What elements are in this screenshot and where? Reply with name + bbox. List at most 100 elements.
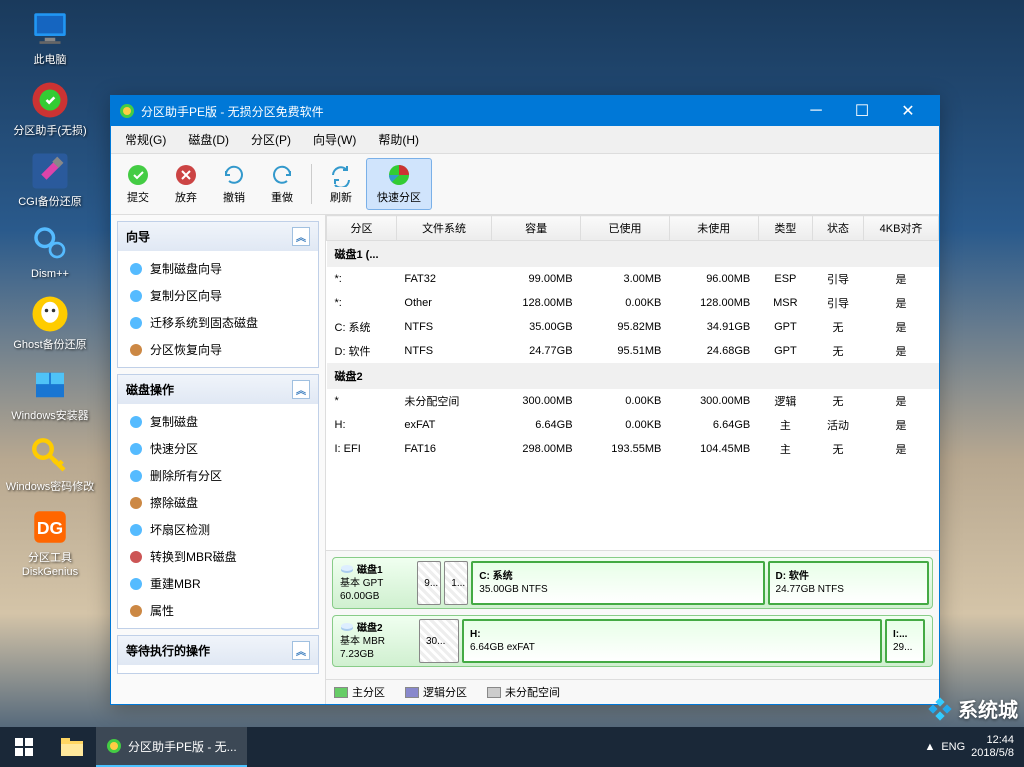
tray-time[interactable]: 12:44 <box>971 734 1014 747</box>
sidebar-item[interactable]: 分区恢复向导 <box>120 336 316 363</box>
close-button[interactable]: ✕ <box>885 96 931 126</box>
chevron-up-icon[interactable]: ︽ <box>292 641 310 660</box>
taskbar-app[interactable]: 分区助手PE版 - 无... <box>96 727 247 767</box>
sidebar-item[interactable]: 转换到MBR磁盘 <box>120 543 316 570</box>
file-explorer-icon[interactable] <box>48 727 96 767</box>
system-tray[interactable]: ▲ ENG 12:44 2018/5/8 <box>914 734 1024 760</box>
column-header[interactable]: 文件系统 <box>396 216 491 241</box>
disk-group-row[interactable]: 磁盘2 <box>327 363 939 389</box>
menu-item[interactable]: 分区(P) <box>241 128 301 151</box>
tool-label: 刷新 <box>330 189 352 205</box>
partition-table-container: 分区文件系统容量已使用未使用类型状态4KB对齐 磁盘1 (...*:FAT329… <box>326 215 939 551</box>
legend-label: 未分配空间 <box>505 684 560 700</box>
desktop-icon-wininstall[interactable]: Windows安装器 <box>4 364 96 423</box>
menu-item[interactable]: 磁盘(D) <box>178 128 239 151</box>
cell-fs: FAT32 <box>396 267 491 291</box>
minimize-button[interactable]: ─ <box>793 96 839 126</box>
sidebar-item[interactable]: 复制磁盘 <box>120 408 316 435</box>
sidebar-item[interactable]: 擦除磁盘 <box>120 489 316 516</box>
panel-body <box>118 665 318 673</box>
partition-block[interactable]: 9... <box>417 561 441 605</box>
desktop-icon-hammer[interactable]: CGI备份还原 <box>4 150 96 209</box>
part-sub: 24.77GB NTFS <box>776 583 921 596</box>
chevron-up-icon[interactable]: ︽ <box>292 380 310 399</box>
cell-free: 128.00MB <box>669 291 758 315</box>
partition-block[interactable]: H:6.64GB exFAT <box>462 619 882 663</box>
cell-cap: 6.64GB <box>492 413 581 437</box>
tray-icon[interactable]: ▲ <box>924 741 935 753</box>
panel-header[interactable]: 向导︽ <box>118 222 318 251</box>
panel-header[interactable]: 磁盘操作︽ <box>118 375 318 404</box>
quickpart-button[interactable]: 快速分区 <box>366 158 432 210</box>
cell-type: GPT <box>758 315 812 339</box>
column-header[interactable]: 类型 <box>758 216 812 241</box>
commit-button[interactable]: 提交 <box>115 158 161 210</box>
sidebar-item[interactable]: 删除所有分区 <box>120 462 316 489</box>
menu-item[interactable]: 向导(W) <box>303 128 366 151</box>
partition-row[interactable]: H:exFAT6.64GB0.00KB6.64GB主活动是 <box>327 413 939 437</box>
partition-block[interactable]: 30... <box>419 619 459 663</box>
language-indicator[interactable]: ENG <box>941 741 965 753</box>
partition-row[interactable]: C: 系统NTFS35.00GB95.82MB34.91GBGPT无是 <box>327 315 939 339</box>
partition-row[interactable]: *:FAT3299.00MB3.00MB96.00MBESP引导是 <box>327 267 939 291</box>
start-button[interactable] <box>0 727 48 767</box>
desktop-icon-computer[interactable]: 此电脑 <box>4 8 96 67</box>
chevron-up-icon[interactable]: ︽ <box>292 227 310 246</box>
discard-button[interactable]: 放弃 <box>163 158 209 210</box>
partition-row[interactable]: I: EFIFAT16298.00MB193.55MB104.45MB主无是 <box>327 437 939 461</box>
sidebar-item[interactable]: 坏扇区检测 <box>120 516 316 543</box>
content-area: 向导︽ 复制磁盘向导复制分区向导迁移系统到固态磁盘分区恢复向导磁盘操作︽ 复制磁盘快… <box>111 215 939 704</box>
cell-used: 0.00KB <box>581 389 670 413</box>
partition-row[interactable]: *未分配空间300.00MB0.00KB300.00MB逻辑无是 <box>327 389 939 413</box>
desktop-icon-label: 分区助手(无损) <box>4 125 96 138</box>
disk-group-row[interactable]: 磁盘1 (... <box>327 241 939 268</box>
partition-block[interactable]: 1... <box>444 561 468 605</box>
disk-info: 磁盘2基本 MBR7.23GB <box>336 619 416 663</box>
partition-block[interactable]: I:...29... <box>885 619 925 663</box>
item-icon <box>128 261 144 277</box>
sidebar-panel: 向导︽ 复制磁盘向导复制分区向导迁移系统到固态磁盘分区恢复向导 <box>117 221 319 368</box>
sidebar-item[interactable]: 迁移系统到固态磁盘 <box>120 309 316 336</box>
undo-button[interactable]: 撤销 <box>211 158 257 210</box>
tool-label: 提交 <box>127 189 149 205</box>
column-header[interactable]: 未使用 <box>669 216 758 241</box>
column-header[interactable]: 状态 <box>813 216 864 241</box>
desktop-icon-partition[interactable]: 分区助手(无损) <box>4 79 96 138</box>
menu-item[interactable]: 常规(G) <box>115 128 176 151</box>
sidebar-item[interactable]: 快速分区 <box>120 435 316 462</box>
redo-button[interactable]: 重做 <box>259 158 305 210</box>
partition-block[interactable]: D: 软件24.77GB NTFS <box>768 561 929 605</box>
refresh-button[interactable]: 刷新 <box>318 158 364 210</box>
column-header[interactable]: 4KB对齐 <box>864 216 939 241</box>
cell-status: 无 <box>813 339 864 363</box>
sidebar-item[interactable]: 复制磁盘向导 <box>120 255 316 282</box>
menu-item[interactable]: 帮助(H) <box>368 128 429 151</box>
cell-cap: 128.00MB <box>492 291 581 315</box>
maximize-button[interactable]: ☐ <box>839 96 885 126</box>
column-header[interactable]: 容量 <box>492 216 581 241</box>
desktop-icon-diskgenius[interactable]: DG分区工具DiskGenius <box>4 506 96 578</box>
part-sub: 29... <box>893 641 917 654</box>
desktop-icon-key[interactable]: Windows密码修改 <box>4 435 96 494</box>
disk-entry[interactable]: 磁盘2基本 MBR7.23GB30...H:6.64GB exFATI:...2… <box>332 615 933 667</box>
column-header[interactable]: 分区 <box>327 216 397 241</box>
sidebar-item[interactable]: 重建MBR <box>120 570 316 597</box>
partition-row[interactable]: D: 软件NTFS24.77GB95.51MB24.68GBGPT无是 <box>327 339 939 363</box>
cell-fs: Other <box>396 291 491 315</box>
watermark: 系统城 <box>926 694 1018 723</box>
cell-part: *: <box>327 267 397 291</box>
item-icon <box>128 522 144 538</box>
desktop-icon-ghost[interactable]: Ghost备份还原 <box>4 293 96 352</box>
panel-header[interactable]: 等待执行的操作︽ <box>118 636 318 665</box>
titlebar[interactable]: 分区助手PE版 - 无损分区免费软件 ─ ☐ ✕ <box>111 96 939 126</box>
part-name: I:... <box>893 628 917 641</box>
sidebar-item[interactable]: 复制分区向导 <box>120 282 316 309</box>
tray-date[interactable]: 2018/5/8 <box>971 747 1014 760</box>
sidebar-item[interactable]: 属性 <box>120 597 316 624</box>
desktop-icon-gears[interactable]: Dism++ <box>4 222 96 281</box>
column-header[interactable]: 已使用 <box>581 216 670 241</box>
partition-block[interactable]: C: 系统35.00GB NTFS <box>471 561 764 605</box>
disk-entry[interactable]: 磁盘1基本 GPT60.00GB9...1...C: 系统35.00GB NTF… <box>332 557 933 609</box>
partition-row[interactable]: *:Other128.00MB0.00KB128.00MBMSR引导是 <box>327 291 939 315</box>
legend: 主分区逻辑分区未分配空间 <box>326 679 939 704</box>
